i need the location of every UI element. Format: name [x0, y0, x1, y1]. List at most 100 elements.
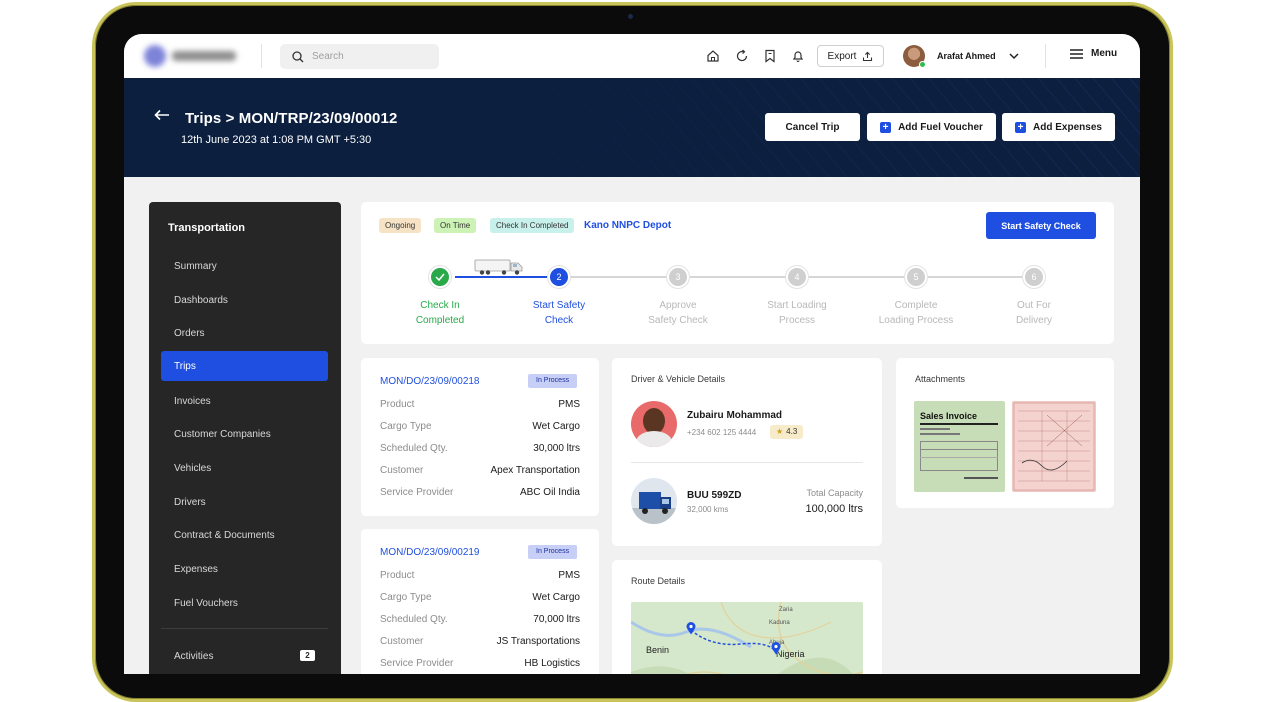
origin-pin-icon	[686, 622, 696, 635]
map-label-benin: Benin	[646, 645, 670, 655]
sidebar-item-label: Invoices	[174, 395, 211, 407]
step-2-circle: 2	[548, 266, 570, 288]
export-button[interactable]: Export	[817, 45, 884, 67]
destination-pin-icon	[771, 642, 781, 655]
sidebar-item-activities[interactable]: Activities 2	[161, 641, 328, 671]
delivery-order-card[interactable]: MON/DO/23/09/00218 In Process Product PMS…	[361, 358, 599, 516]
section-title: Attachments	[915, 374, 966, 384]
vehicle-plate[interactable]: BUU 599ZD	[687, 490, 741, 501]
cancel-trip-label: Cancel Trip	[785, 121, 840, 133]
add-expenses-button[interactable]: + Add Expenses	[1002, 113, 1115, 141]
attachment-waybill[interactable]	[1012, 401, 1096, 492]
attachment-sales-invoice[interactable]: Sales Invoice	[914, 401, 1005, 492]
add-fuel-voucher-label: Add Fuel Voucher	[898, 121, 983, 133]
order-row: Service Provider HB Logistics	[380, 658, 580, 669]
sidebar-item-contract-documents[interactable]: Contract & Documents	[161, 520, 328, 550]
bookmark-icon[interactable]	[762, 48, 778, 64]
step-connector	[809, 276, 905, 278]
order-row: Scheduled Qty. 70,000 ltrs	[380, 614, 580, 625]
step-3-label: Approve Safety Check	[648, 300, 708, 326]
user-name[interactable]: Arafat Ahmed	[937, 51, 996, 61]
sidebar-item-label: Activities	[174, 650, 214, 662]
step-4-circle: 4	[786, 266, 808, 288]
step-5-circle: 5	[905, 266, 927, 288]
sidebar-item-trips[interactable]: Trips	[161, 351, 328, 381]
map-label-zaria: Zaria	[779, 607, 793, 613]
sidebar-item-orders[interactable]: Orders	[161, 318, 328, 348]
sidebar-item-label: Drivers	[174, 496, 206, 508]
user-avatar[interactable]	[903, 45, 926, 68]
sidebar-divider	[161, 628, 328, 629]
map-label-kaduna: Kaduna	[769, 620, 790, 626]
sidebar-item-label: Vehicles	[174, 462, 212, 474]
divider	[261, 44, 262, 68]
depot-link[interactable]: Kano NNPC Depot	[584, 220, 671, 231]
vehicle-image	[631, 478, 677, 524]
section-title: Route Details	[631, 576, 686, 586]
step-2-label: Start Safety Check	[532, 300, 586, 326]
back-arrow-icon[interactable]	[154, 108, 170, 126]
menu-label: Menu	[1091, 48, 1118, 59]
add-expenses-label: Add Expenses	[1033, 121, 1102, 133]
order-row: Product PMS	[380, 399, 580, 410]
sidebar-item-invoices[interactable]: Invoices	[161, 386, 328, 416]
attachments-card: Attachments Sales Invoice	[896, 358, 1114, 508]
status-badge-ongoing: Ongoing	[379, 218, 422, 233]
chevron-down-icon[interactable]	[1006, 48, 1022, 64]
star-icon: ★	[776, 427, 784, 436]
plus-icon: +	[880, 121, 892, 133]
rating-badge: ★ 4.3	[770, 425, 804, 439]
route-map[interactable]: Zaria Kaduna Abuja Benin Nigeria	[631, 602, 863, 674]
delivery-order-card[interactable]: MON/DO/23/09/00219 In Process Product PMS…	[361, 529, 599, 674]
driver-name[interactable]: Zubairu Mohammad	[687, 410, 782, 421]
activities-count-badge: 2	[300, 650, 315, 661]
home-icon[interactable]	[705, 48, 721, 64]
sidebar-item-vehicles[interactable]: Vehicles	[161, 453, 328, 483]
add-fuel-voucher-button[interactable]: + Add Fuel Voucher	[867, 113, 996, 141]
step-4-label: Start Loading Process	[767, 300, 827, 326]
sidebar-item-customer-companies[interactable]: Customer Companies	[161, 419, 328, 449]
cancel-trip-button[interactable]: Cancel Trip	[765, 113, 860, 141]
trip-datetime: 12th June 2023 at 1:08 PM GMT +5:30	[181, 134, 372, 146]
sidebar-item-expenses[interactable]: Expenses	[161, 554, 328, 584]
start-safety-check-button[interactable]: Start Safety Check	[986, 212, 1096, 239]
page-header: Trips > MON/TRP/23/09/00012 12th June 20…	[124, 78, 1140, 177]
step-connector	[928, 276, 1024, 278]
sidebar-item-label: Customer Companies	[174, 428, 271, 440]
route-card: Route Details Zaria Kaduna Abuja Benin N…	[612, 560, 882, 674]
order-row: Service Provider ABC Oil India	[380, 487, 580, 498]
delivery-order-id[interactable]: MON/DO/23/09/00218	[380, 376, 480, 387]
step-6-circle: 6	[1023, 266, 1045, 288]
trip-status-card: Ongoing On Time Check In Completed Kano …	[361, 202, 1114, 344]
vehicle-km: 32,000 kms	[687, 505, 729, 514]
app-logo	[144, 44, 244, 68]
menu-button[interactable]: Menu	[1070, 48, 1117, 59]
step-connector	[571, 276, 667, 278]
sidebar-item-label: Contract & Documents	[174, 529, 275, 541]
truck-icon	[474, 259, 523, 275]
sidebar-item-label: Fuel Vouchers	[174, 597, 238, 609]
bell-icon[interactable]	[790, 48, 806, 64]
driver-avatar	[631, 401, 677, 447]
sidebar-item-summary[interactable]: Summary	[161, 251, 328, 281]
sidebar-item-label: Orders	[174, 327, 205, 339]
search-icon	[292, 50, 304, 62]
order-row: Customer JS Transportations	[380, 636, 580, 647]
hamburger-icon	[1070, 48, 1083, 59]
status-badge-check-in: Check In Completed	[490, 218, 575, 233]
status-badge-on-time: On Time	[434, 218, 477, 233]
refresh-icon[interactable]	[734, 48, 750, 64]
sidebar-item-dashboards[interactable]: Dashboards	[161, 285, 328, 315]
step-5-label: Complete Loading Process	[878, 300, 954, 326]
sidebar-item-drivers[interactable]: Drivers	[161, 487, 328, 517]
order-row: Customer Apex Transportation	[380, 465, 580, 476]
sidebar-item-label: Dashboards	[174, 294, 228, 306]
section-title: Driver & Vehicle Details	[631, 374, 726, 384]
search-input[interactable]	[312, 51, 422, 62]
attachment-title: Sales Invoice	[920, 411, 978, 421]
top-bar: Export Arafat Ahmed Menu	[124, 34, 1140, 78]
sidebar-item-fuel-vouchers[interactable]: Fuel Vouchers	[161, 588, 328, 618]
delivery-order-id[interactable]: MON/DO/23/09/00219	[380, 547, 480, 558]
search-box[interactable]	[280, 44, 439, 69]
sidebar: Transportation Summary Dashboards Orders…	[149, 202, 341, 674]
